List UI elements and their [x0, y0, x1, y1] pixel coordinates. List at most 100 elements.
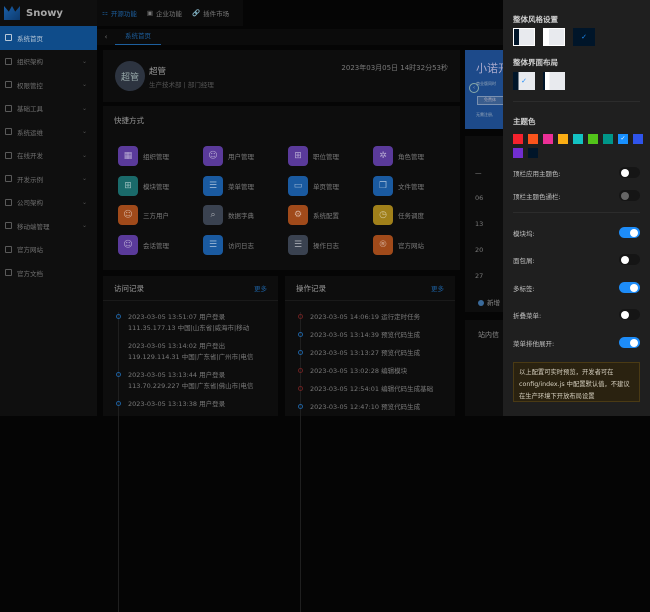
style-dark-sidebar[interactable] [513, 28, 535, 46]
toggle-switch[interactable] [619, 227, 640, 238]
toggle-switch[interactable] [619, 254, 640, 265]
tab-home[interactable]: 系统首页 [115, 29, 161, 45]
style-title: 整体风格设置 [513, 15, 558, 24]
shortcut-item[interactable]: ® 官方网站 [373, 234, 458, 255]
toggle-switch[interactable] [619, 282, 640, 293]
shortcut-item[interactable]: ⚙ 系统配置 [288, 205, 373, 225]
layout-double[interactable] [543, 72, 565, 90]
sidebar-item[interactable]: 系统运维 ⌄ [0, 120, 97, 144]
theme-color-swatch[interactable] [543, 134, 553, 144]
shortcut-item[interactable]: ✲ 角色管理 [373, 146, 458, 166]
tool-icon [5, 104, 12, 112]
ops-icon [5, 128, 12, 136]
shortcut-item[interactable]: ☺ 用户管理 [203, 146, 288, 166]
shortcut-icon: ⊞ [288, 146, 308, 166]
sidebar-menu: 系统首页 组织架构 ⌄ 权限管控 ⌄ 基础工具 ⌄ 系统运维 ⌄ 在线开发 ⌄ 开发示例 ⌄ 公司架构 ⌄ 移… [0, 26, 97, 285]
sidebar-item[interactable]: 组织架构 ⌄ [0, 50, 97, 74]
shortcut-item[interactable]: ☰ 访问日志 [203, 234, 288, 255]
shortcut-item[interactable]: ▭ 单页管理 [288, 175, 373, 196]
sidebar-item[interactable]: 移动端管理 ⌄ [0, 214, 97, 238]
sidebar-item[interactable]: 开发示例 ⌄ [0, 167, 97, 191]
weekday-header: 一 [475, 170, 482, 178]
toggle-switch[interactable] [619, 337, 640, 348]
shortcut-label: 职位管理 [313, 153, 339, 161]
style-light[interactable] [543, 28, 565, 46]
user-icon [5, 81, 12, 89]
calendar-day[interactable]: 27 [475, 272, 483, 280]
sidebar-item[interactable]: 系统首页 [0, 26, 97, 50]
sidebar-item[interactable]: 基础工具 ⌄ [0, 97, 97, 121]
home-icon [5, 34, 12, 42]
theme-color-swatch[interactable] [588, 134, 598, 144]
theme-color-swatch[interactable]: ✓ [618, 134, 628, 144]
shortcut-item[interactable]: ⊞ 职位管理 [288, 146, 373, 166]
plus-icon [478, 300, 484, 306]
calendar-day[interactable]: 06 [475, 194, 483, 202]
sidebar-item[interactable]: 官方文档 [0, 261, 97, 285]
shortcut-item[interactable]: ◷ 任务调度 [373, 205, 458, 225]
shortcut-item[interactable]: ☺ 会话管理 [118, 234, 203, 255]
style-dark[interactable]: ✓ [573, 28, 595, 46]
shortcut-label: 任务调度 [398, 212, 424, 220]
shortcut-item[interactable]: ⊞ 模块管理 [118, 175, 203, 196]
shortcut-label: 单页管理 [313, 182, 339, 191]
operation-log-item: 2023-03-05 13:13:27 预览代码生成 [298, 348, 433, 359]
carousel-prev-icon[interactable]: ‹ [469, 83, 479, 93]
toggle-switch[interactable] [619, 309, 640, 320]
calendar-day[interactable]: 20 [475, 246, 483, 254]
sidebar-item[interactable]: 在线开发 ⌄ [0, 144, 97, 168]
setting-row: 多标签: [513, 282, 640, 293]
sidebar-item[interactable]: 公司架构 ⌄ [0, 191, 97, 215]
layout-classic[interactable]: ✓ [513, 72, 535, 90]
banner-button[interactable]: 免费体 [477, 96, 505, 105]
theme-color-swatch[interactable] [558, 134, 568, 144]
setting-row: 面包屑: [513, 254, 640, 265]
shortcut-item[interactable]: ☰ 菜单管理 [203, 175, 288, 196]
calendar-day[interactable]: 13 [475, 220, 483, 228]
shortcut-label: 会话管理 [143, 241, 169, 250]
tab-scroll-left-icon[interactable]: ‹ [97, 33, 115, 41]
shortcut-item[interactable]: ▦ 组织管理 [118, 146, 203, 166]
top-nav-item[interactable]: ▣ 企业功能 [142, 0, 187, 26]
timeline-dot-icon [298, 314, 303, 319]
visit-log-item: 2023-03-05 13:51:07 用户登录 111.35.177.13 中国… [116, 312, 253, 333]
setting-label: 模块坞: [513, 229, 535, 238]
shortcut-item[interactable]: ☺ 三方用户 [118, 205, 203, 225]
shortcut-label: 角色管理 [398, 153, 424, 161]
sidebar-item[interactable]: 官方网站 [0, 238, 97, 262]
layout-title: 整体界面布局 [513, 58, 558, 67]
top-nav-item[interactable]: ⚏ 开源功能 [97, 0, 142, 26]
top-nav-item[interactable]: 🔗 插件市场 [187, 0, 234, 26]
sidebar-item-label: 组织架构 [17, 58, 43, 67]
check-icon: ✓ [521, 77, 527, 85]
operation-log-item: 2023-03-05 12:47:10 预览代码生成 [298, 402, 433, 413]
toggle-switch[interactable] [619, 190, 640, 201]
toggle-switch[interactable] [619, 167, 640, 178]
setting-row: 顶栏应用主题色: [513, 167, 640, 178]
operation-log-item: 2023-03-05 14:06:19 运行定时任务 [298, 312, 433, 323]
theme-color-swatch[interactable] [528, 148, 538, 158]
add-event-button[interactable]: 新增 [478, 297, 500, 307]
sidebar-item-label: 系统首页 [17, 34, 43, 43]
top-nav-icon: ⚏ [102, 9, 108, 17]
theme-color-swatch[interactable] [573, 134, 583, 144]
user-dept: 生产技术部 | 部门经理 [149, 81, 214, 89]
logo[interactable]: Snowy [0, 0, 97, 26]
promo-banner[interactable]: 小诺开 商业版同时 免费体 无需注册, ‹ [465, 50, 505, 129]
theme-color-swatch[interactable] [528, 134, 538, 144]
theme-color-swatch[interactable] [513, 148, 523, 158]
top-nav-icon: 🔗 [191, 9, 201, 17]
theme-color-swatch[interactable] [633, 134, 643, 144]
shortcut-label: 数据字典 [228, 212, 254, 220]
theme-color-swatch[interactable] [513, 134, 523, 144]
theme-color-swatch[interactable] [603, 134, 613, 144]
shortcut-icon: ▦ [118, 146, 138, 166]
setting-label: 菜单排他展开: [513, 339, 555, 348]
visit-more-link[interactable]: 更多 [254, 283, 267, 293]
sidebar-item[interactable]: 权限管控 ⌄ [0, 73, 97, 97]
operation-more-link[interactable]: 更多 [431, 283, 444, 293]
shortcut-item[interactable]: ❐ 文件管理 [373, 175, 458, 196]
sidebar-item-label: 移动端管理 [17, 222, 50, 231]
shortcut-item[interactable]: ☰ 操作日志 [288, 234, 373, 255]
shortcut-item[interactable]: ⌕ 数据字典 [203, 205, 288, 225]
